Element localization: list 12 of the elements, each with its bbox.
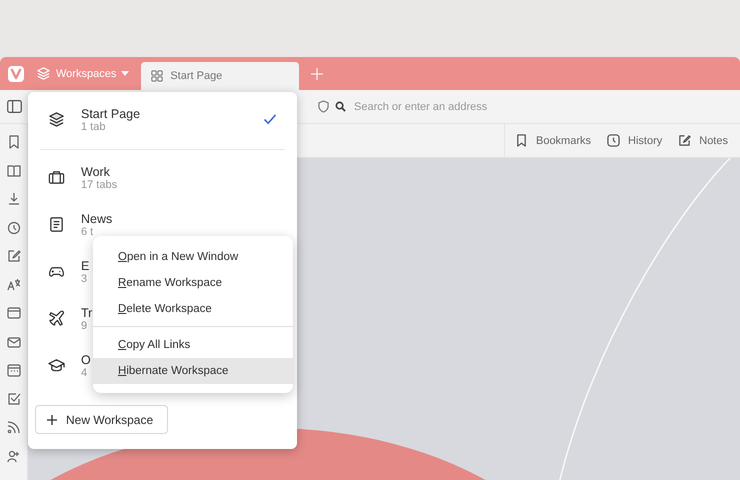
workspace-name: E [81, 258, 90, 272]
tab-count: 4 [81, 366, 88, 378]
tab-count: 17 tabs [81, 178, 118, 190]
tab-count: 1 tab [81, 120, 106, 132]
tab-count: 9 [81, 320, 88, 332]
workspace-name: Tr [81, 306, 92, 320]
workspace-name: O [81, 352, 91, 366]
workspace-name: Work [81, 164, 110, 178]
tab-count: 6 t [81, 226, 94, 238]
workspace-name: News [81, 212, 112, 226]
tab-count: 3 [81, 272, 88, 284]
workspace-name: Start Page [81, 106, 140, 120]
